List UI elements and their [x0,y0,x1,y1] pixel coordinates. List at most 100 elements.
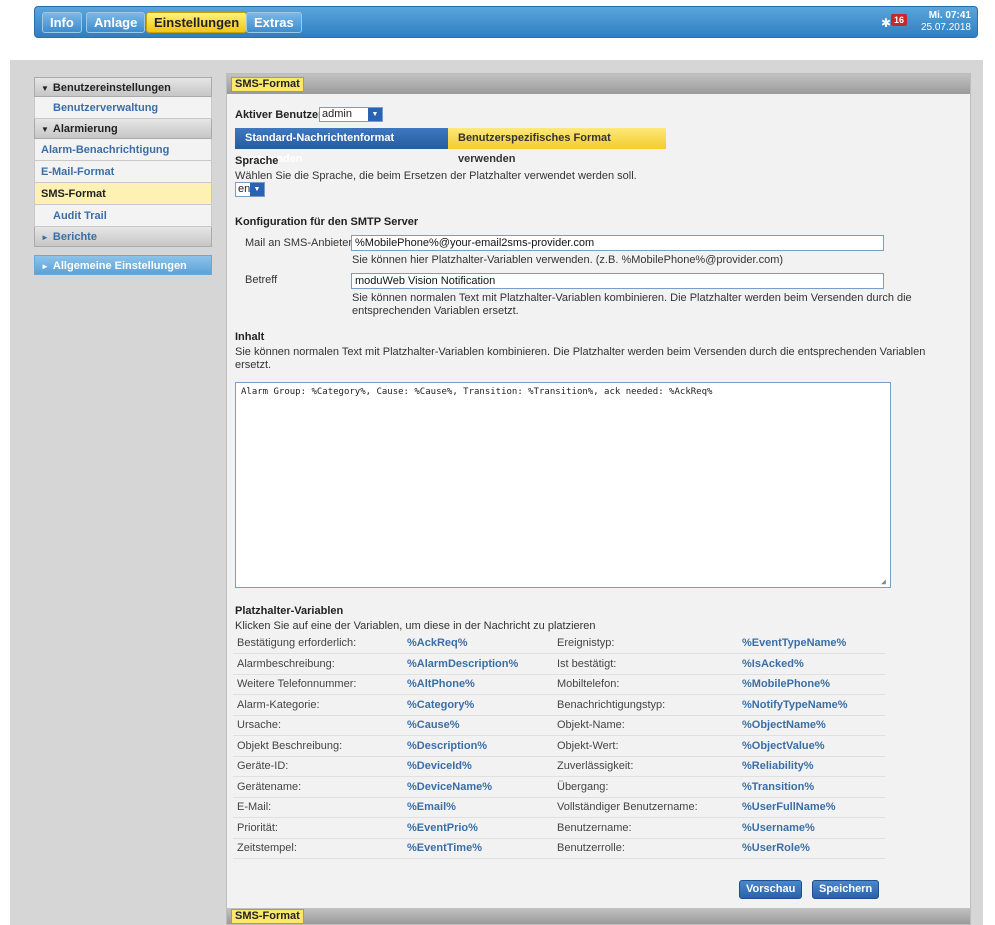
language-description: Wählen Sie die Sprache, die beim Ersetze… [235,170,637,182]
placeholder-variable-label: Zeitstempel: [233,838,403,859]
table-row: Geräte-ID: %DeviceId% Zuverlässigkeit: %Rel… [233,756,885,777]
table-row: Objekt Beschreibung: %Description% Objekt-… [233,735,885,757]
sidebar-item-audit-trail[interactable]: Audit Trail [34,205,212,227]
clock-date: 25.07.2018 [920,22,971,33]
placeholder-variable-link[interactable]: %MobilePhone% [738,674,885,695]
placeholder-variable-link[interactable]: %EventPrio% [403,817,553,839]
placeholder-variable-label: Geräte-ID: [233,756,403,777]
content-description-line2: ersetzt. [235,359,272,371]
chevron-down-icon: ▼ [368,108,382,121]
placeholder-variable-label: E-Mail: [233,797,403,818]
sms-format-panel: SMS-Format Aktiver Benutzer: admin ▼ Sta… [226,73,971,925]
standard-format-button[interactable]: Standard-Nachrichtenformat verwenden [235,128,448,165]
placeholder-variable-label: Benutzername: [553,817,738,839]
placeholder-variable-link[interactable]: %UserRole% [738,838,885,859]
variables-description: Klicken Sie auf eine der Variablen, um d… [235,620,596,632]
placeholder-variable-label: Objekt Beschreibung: [233,735,403,757]
language-heading: Sprache [235,155,279,167]
placeholder-variable-label: Benachrichtigungstyp: [553,694,738,716]
placeholder-variable-link[interactable]: %ObjectName% [738,715,885,736]
placeholder-variable-label: Ereignistyp: [553,633,738,654]
placeholder-variable-label: Ursache: [233,715,403,736]
placeholder-variable-link[interactable]: %Username% [738,817,885,839]
placeholder-variable-link[interactable]: %EventTypeName% [738,633,885,654]
placeholder-variable-link[interactable]: %Cause% [403,715,553,736]
table-row: Priorität: %EventPrio% Benutzername: %Usern… [233,817,885,839]
subject-label: Betreff [245,274,278,286]
active-user-select[interactable]: admin ▼ [319,107,383,122]
resize-grip-icon[interactable]: ◢ [881,578,889,586]
placeholder-variable-label: Objekt-Wert: [553,735,738,757]
table-row: Alarm-Kategorie: %Category% Benachrichtigu… [233,694,885,716]
clock: Mi. 07:41 25.07.2018 [921,10,971,34]
placeholder-variable-link[interactable]: %ObjectValue% [738,735,885,757]
placeholder-variable-label: Objekt-Name: [553,715,738,736]
panel-footer-bar: SMS-Format [227,908,970,924]
placeholder-variable-link[interactable]: %IsAcked% [738,653,885,675]
placeholder-variable-link[interactable]: %UserFullName% [738,797,885,818]
sidebar-group-benutzereinstellungen[interactable]: ▼ Benutzereinstellungen [34,77,212,97]
table-row: E-Mail: %Email% Vollständiger Benutzername… [233,797,885,818]
sidebar-group-alarmierung[interactable]: ▼ Alarmierung [34,119,212,139]
placeholder-variable-label: Vollständiger Benutzername: [553,797,738,818]
content-description-line1: Sie können normalen Text mit Platzhalter… [235,346,926,358]
placeholder-variable-label: Alarm-Kategorie: [233,694,403,716]
placeholder-variable-link[interactable]: %NotifyTypeName% [738,694,885,716]
placeholder-variable-link[interactable]: %EventTime% [403,838,553,859]
custom-format-button[interactable]: Benutzerspezifisches Format verwenden [448,128,666,165]
sidebar-group-label: Berichte [52,231,97,243]
panel-footer-title: SMS-Format [231,909,304,924]
nav-einstellungen-button[interactable]: Einstellungen [146,12,248,33]
placeholder-variable-link[interactable]: %Email% [403,797,553,818]
sidebar: ▼ Benutzereinstellungen Benutzerverwaltun… [34,77,212,275]
sidebar-item-benutzerverwaltung[interactable]: Benutzerverwaltung [34,97,212,119]
table-row: Alarmbeschreibung: %AlarmDescription% Ist … [233,653,885,675]
sidebar-group-allgemeine-einstellungen[interactable]: ► Allgemeine Einstellungen [34,255,212,275]
chevron-down-icon: ▼ [41,84,49,93]
sidebar-group-berichte[interactable]: ► Berichte [34,227,212,247]
mail-to-provider-input[interactable]: %MobilePhone%@your-email2sms-provider.co… [351,235,884,251]
placeholder-variable-link[interactable]: %Reliability% [738,756,885,777]
placeholder-variable-label: Ist bestätigt: [553,653,738,675]
placeholder-variable-label: Mobiltelefon: [553,674,738,695]
nav-info-button[interactable]: Info [42,12,82,33]
nav-anlage-button[interactable]: Anlage [86,12,146,33]
chevron-down-icon: ▼ [41,125,49,134]
table-row: Weitere Telefonnummer: %AltPhone% Mobiltel… [233,674,885,695]
placeholder-variable-link[interactable]: %Description% [403,735,553,757]
variables-heading: Platzhalter-Variablen [235,605,344,617]
clock-day-time: Mi. 07:41 [928,10,971,21]
placeholder-variable-link[interactable]: %Category% [403,694,553,716]
nav-extras-button[interactable]: Extras [246,12,302,33]
placeholder-variables-table: Bestätigung erforderlich: %AckReq% Ereigni… [233,633,885,859]
language-select[interactable]: en ▼ [235,182,265,197]
sidebar-item-alarm-benachrichtigung[interactable]: Alarm-Benachrichtigung [34,139,212,161]
alarm-indicator[interactable]: ✱ 16 [881,14,909,32]
placeholder-variable-link[interactable]: %AlarmDescription% [403,653,553,675]
placeholder-variable-link[interactable]: %Transition% [738,776,885,798]
table-row: Zeitstempel: %EventTime% Benutzerrolle: %Us… [233,838,885,859]
alarm-count-badge: 16 [891,14,908,26]
mail-label: Mail an SMS-Anbieter [245,237,352,249]
sidebar-item-sms-format[interactable]: SMS-Format [34,183,212,205]
active-user-value: admin [322,108,352,120]
message-content-textarea[interactable]: Alarm Group: %Category%, Cause: %Cause%,… [235,382,891,588]
placeholder-variable-link[interactable]: %DeviceName% [403,776,553,798]
placeholder-variable-label: Bestätigung erforderlich: [233,633,403,654]
top-navigation-bar: Info Anlage Einstellungen Extras ✱ 16 Mi… [34,6,978,38]
subject-hint-line1: Sie können normalen Text mit Platzhalter… [352,292,912,304]
placeholder-variable-label: Benutzerrolle: [553,838,738,859]
placeholder-variable-link[interactable]: %AckReq% [403,633,553,654]
sidebar-item-email-format[interactable]: E-Mail-Format [34,161,212,183]
placeholder-variable-label: Zuverlässigkeit: [553,756,738,777]
placeholder-variable-label: Gerätename: [233,776,403,798]
placeholder-variable-link[interactable]: %AltPhone% [403,674,553,695]
subject-input[interactable]: moduWeb Vision Notification [351,273,884,289]
placeholder-variable-link[interactable]: %DeviceId% [403,756,553,777]
panel-title-bar: SMS-Format [227,74,970,94]
preview-button[interactable]: Vorschau [739,880,803,899]
smtp-heading: Konfiguration für den SMTP Server [235,216,419,228]
chevron-down-icon: ▼ [250,183,264,196]
save-button[interactable]: Speichern [812,880,880,899]
message-content-text: Alarm Group: %Category%, Cause: %Cause%,… [241,387,713,397]
